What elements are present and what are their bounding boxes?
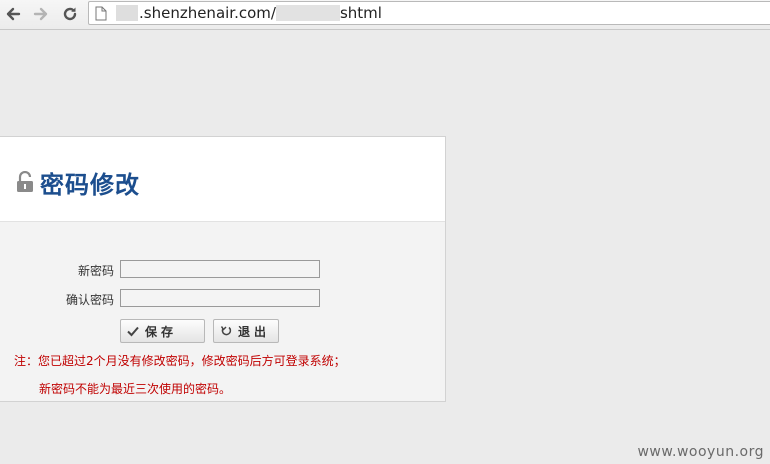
url-path: shtml [339,4,382,22]
reload-icon[interactable] [60,4,80,24]
save-button-label: 保存 [145,324,178,339]
confirm-password-label: 确认密码 [65,293,114,307]
panel-header: 密码修改 [0,137,445,222]
new-password-input[interactable] [120,260,320,278]
url-host: .shenzhenair.com/ [139,4,276,22]
exit-button-label: 退出 [238,324,271,339]
url-redacted-part [116,5,138,21]
watermark: www.wooyun.org [637,444,764,460]
address-bar[interactable]: .shenzhenair.com/ shtml [88,1,770,25]
notice-line-1: 注：您已超过2个月没有修改密码，修改密码后方可登录系统； [14,354,346,368]
confirm-password-input[interactable] [120,289,320,307]
save-button[interactable]: 保存 [120,319,205,343]
page-icon [95,6,107,21]
new-password-label: 新密码 [77,264,114,278]
url-redacted-part [275,5,340,21]
page-title: 密码修改 [40,171,140,199]
password-change-panel: 密码修改 新密码 确认密码 保存 退出 注：您已超过2个月没有修改密码，修改密码… [0,136,446,402]
notice-line-2: 新密码不能为最近三次使用的密码。 [39,382,232,396]
exit-button[interactable]: 退出 [213,319,279,343]
return-arrow-icon [220,326,232,336]
checkmark-icon [127,326,139,337]
browser-toolbar: .shenzhenair.com/ shtml [0,0,770,30]
back-arrow-icon[interactable] [3,4,23,24]
lock-icon [17,171,33,192]
url-text[interactable]: .shenzhenair.com/ shtml [116,3,382,23]
forward-arrow-icon[interactable] [31,4,51,24]
